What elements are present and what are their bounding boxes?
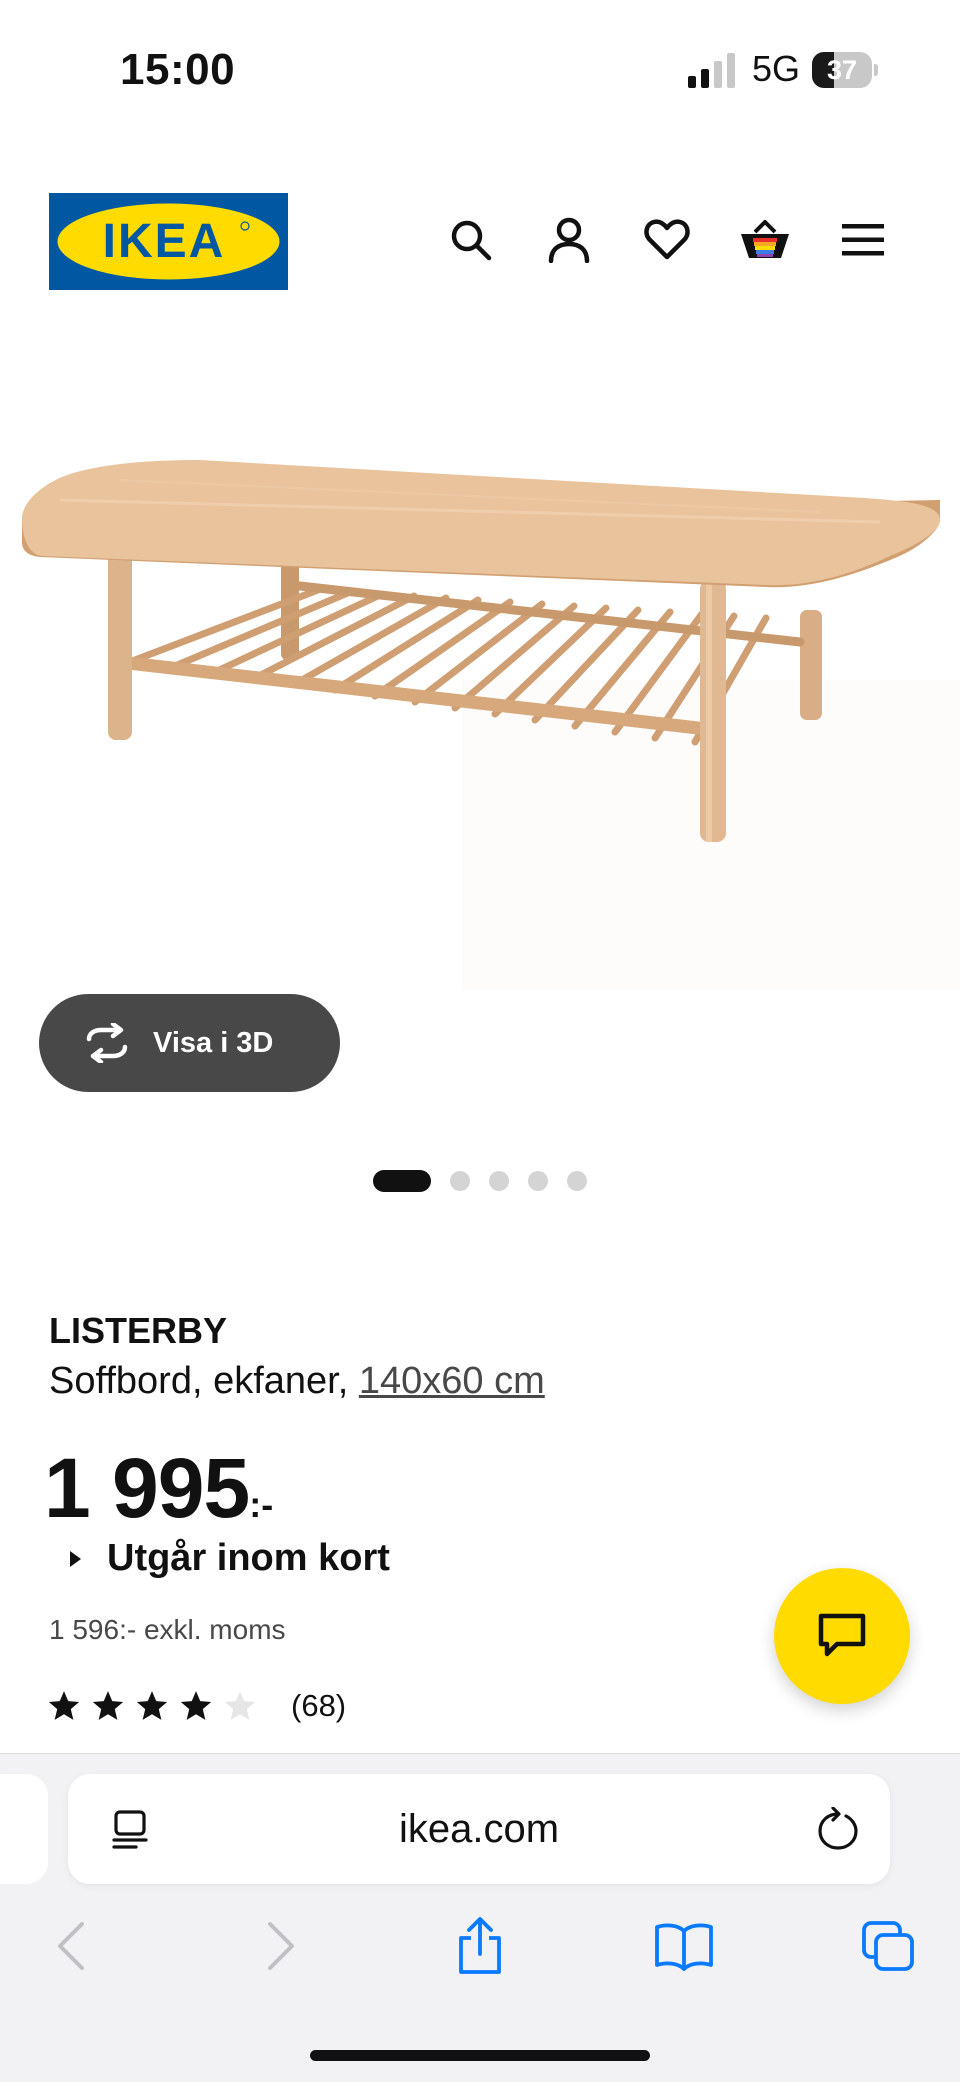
basket-icon[interactable] <box>735 210 795 270</box>
bookmarks-button[interactable] <box>652 1914 716 1978</box>
chat-button[interactable] <box>774 1568 910 1704</box>
star-empty-icon <box>224 1691 256 1720</box>
product-description-text: Soffbord, ekfaner, <box>49 1360 359 1402</box>
availability-text: Utgår inom kort <box>107 1537 390 1579</box>
carousel-dot-2[interactable] <box>450 1171 470 1191</box>
availability-toggle[interactable]: Utgår inom kort <box>70 1537 390 1580</box>
account-icon[interactable] <box>539 210 599 270</box>
menu-icon[interactable] <box>833 210 893 270</box>
price-suffix: :- <box>249 1484 274 1525</box>
forward-button[interactable] <box>248 1914 312 1978</box>
home-indicator[interactable] <box>310 2050 650 2061</box>
browser-toolbar: ikea.com <box>0 1753 960 2082</box>
rating[interactable]: (68) <box>47 1688 346 1724</box>
battery-level: 37 <box>826 55 858 85</box>
product-name: LISTERBY <box>49 1310 228 1351</box>
star-icon <box>180 1691 212 1720</box>
price-value: 1 995 <box>44 1441 250 1535</box>
logo-text: IKEA <box>103 215 226 268</box>
share-icon <box>459 1917 501 1974</box>
view-in-3d-button[interactable]: Visa i 3D <box>39 994 340 1092</box>
status-bar: 15:00 5G 37 <box>0 0 960 140</box>
address-bar[interactable]: ikea.com <box>68 1774 890 1884</box>
product-description: Soffbord, ekfaner, 140x60 cm <box>49 1360 545 1403</box>
star-icon <box>92 1691 124 1720</box>
status-time: 15:00 <box>120 45 236 94</box>
tabs-icon <box>862 1921 914 1971</box>
search-icon[interactable] <box>441 210 501 270</box>
previous-tab-preview[interactable] <box>0 1774 48 1884</box>
tabs-button[interactable] <box>856 1914 920 1978</box>
price-ex-vat: 1 596:- exkl. moms <box>49 1614 286 1645</box>
battery-icon: 37 <box>812 52 878 88</box>
star-icon <box>136 1691 168 1720</box>
network-type: 5G <box>752 48 801 89</box>
ikea-logo[interactable]: IKEA <box>49 193 288 290</box>
ikea-logo-mark: IKEA <box>57 203 280 280</box>
reload-icon[interactable] <box>816 1807 860 1851</box>
review-count: (68) <box>291 1688 347 1723</box>
star-icon <box>48 1691 80 1720</box>
product-image[interactable] <box>0 380 960 1000</box>
url-text: ikea.com <box>398 1807 560 1851</box>
carousel-dot-1[interactable] <box>373 1170 431 1192</box>
carousel-dot-5[interactable] <box>567 1171 587 1191</box>
bookmarks-icon <box>655 1923 713 1971</box>
rotate-3d-icon <box>86 1023 128 1063</box>
back-icon <box>58 1922 84 1970</box>
chat-icon <box>818 1613 866 1657</box>
carousel-dot-4[interactable] <box>528 1171 548 1191</box>
product-size-link[interactable]: 140x60 cm <box>359 1360 545 1402</box>
share-button[interactable] <box>448 1914 512 1978</box>
carousel-dot-3[interactable] <box>489 1171 509 1191</box>
forward-icon <box>268 1922 294 1970</box>
back-button[interactable] <box>40 1914 104 1978</box>
heart-icon[interactable] <box>637 210 697 270</box>
product-price: 1 995:- <box>44 1440 273 1537</box>
expand-triangle-icon <box>70 1550 81 1567</box>
view-in-3d-label: Visa i 3D <box>153 1026 274 1059</box>
cellular-signal-icon <box>688 53 735 88</box>
